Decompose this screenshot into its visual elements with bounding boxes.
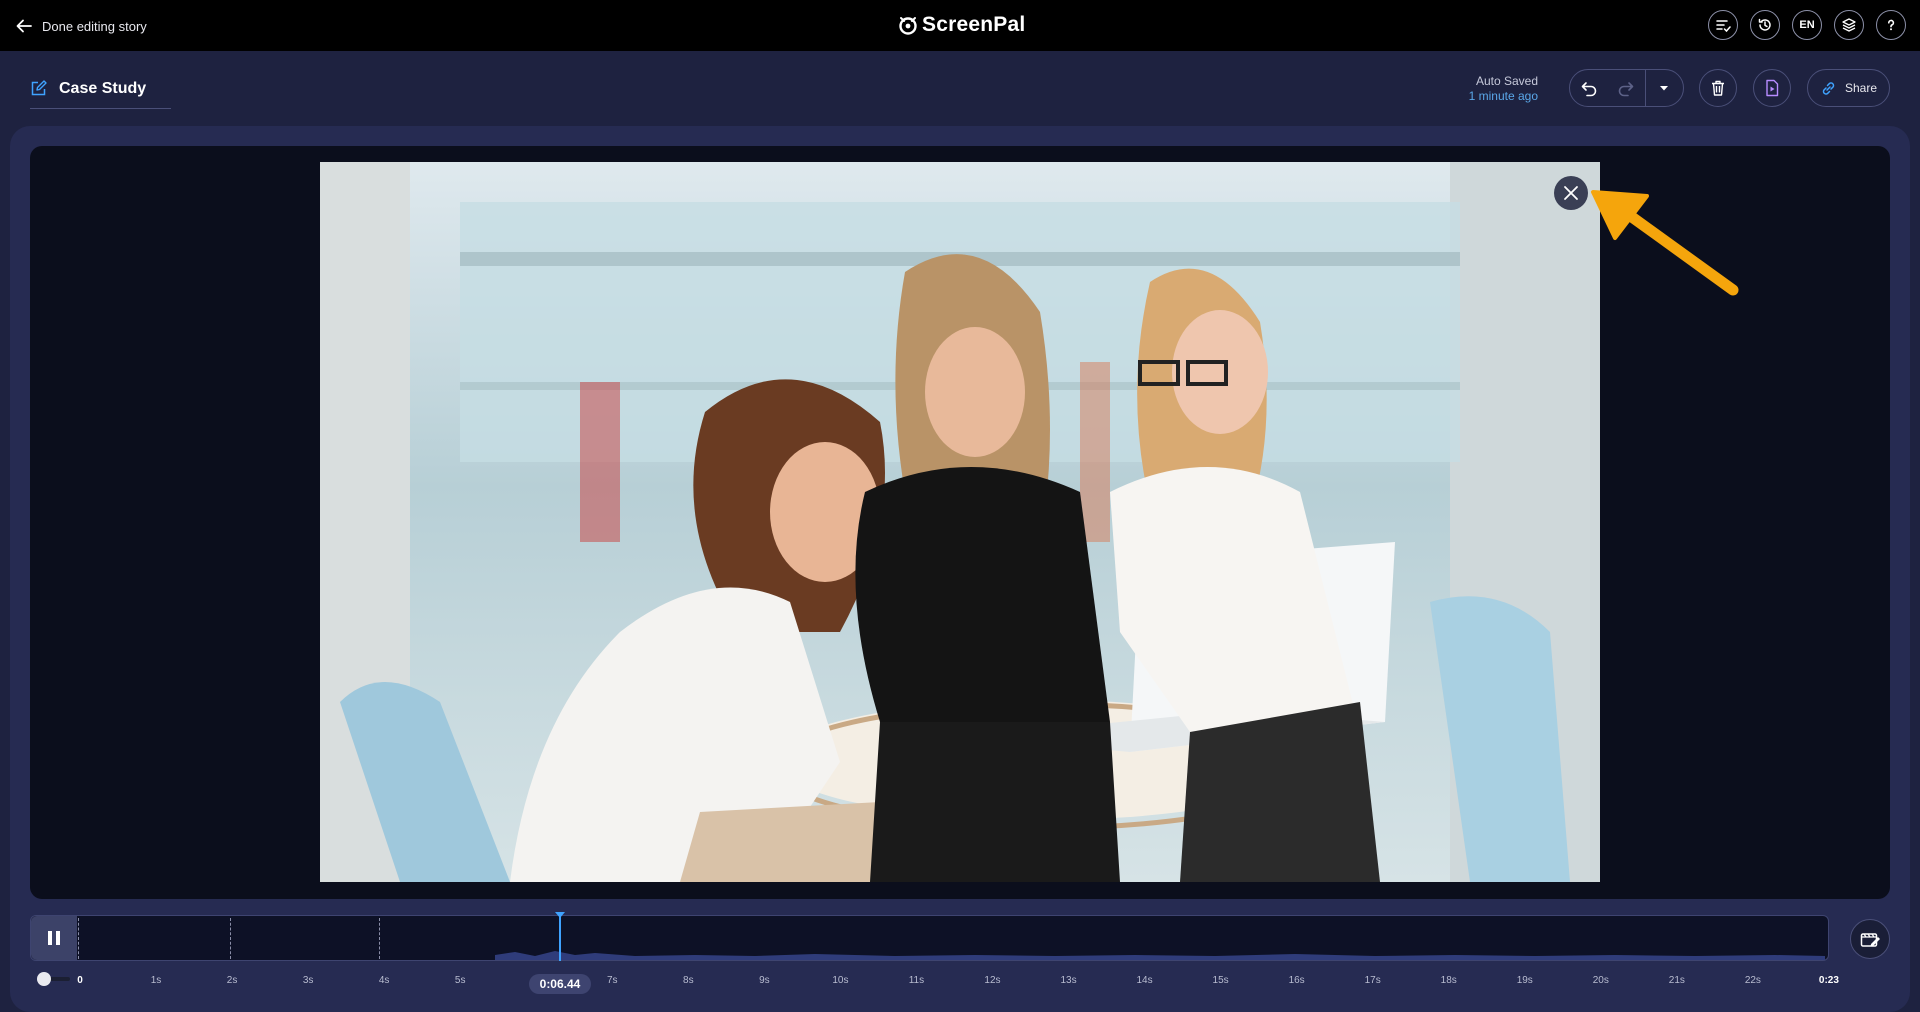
timeline-tick-label: 12s [984,975,1001,986]
timeline-tick-label: 0 [77,975,83,986]
timeline-tick-label: 16s [1288,975,1305,986]
segment-marker [78,918,79,959]
segment-marker [230,918,231,959]
history-icon [1758,18,1771,31]
close-video-button[interactable] [1554,176,1588,210]
share-label: Share [1844,81,1878,95]
logo-text: ScreenPal [922,13,1025,37]
share-button[interactable]: Share [1807,69,1890,107]
segment-marker [379,918,380,959]
screenpal-logo: ScreenPal [898,13,1025,37]
history-button[interactable] [1750,10,1780,40]
timeline-tick-label: 20s [1592,975,1609,986]
help-button[interactable] [1876,10,1906,40]
audio-waveform [495,951,1825,960]
top-bar: Done editing story ScreenPal EN [0,0,1920,51]
delete-button[interactable] [1699,69,1737,107]
autosave-time: 1 minute ago [1468,89,1538,103]
trash-icon [1712,80,1724,96]
timeline-tick-label: 17s [1364,975,1381,986]
checklist-button[interactable] [1708,10,1738,40]
timeline-tick-label: 21s [1668,975,1685,986]
timeline-tick-label: 0:23 [1818,975,1839,986]
edit-icon [31,80,47,96]
playhead[interactable] [559,914,561,961]
page-title: Case Study [59,80,147,97]
timeline-tick-label: 9s [759,975,770,986]
zoom-slider-handle[interactable] [37,972,51,986]
top-toolbar: EN [1708,10,1906,40]
language-label: EN [1799,19,1815,31]
layers-icon [1842,18,1856,32]
timeline-tick-label: 10s [832,975,849,986]
timeline-tick-label: 18s [1440,975,1457,986]
timeline-tick-label: 15s [1212,975,1229,986]
undo-button[interactable] [1570,70,1607,106]
timeline-tick-label: 4s [378,975,390,986]
add-clip-button[interactable] [1850,919,1890,959]
video-frame-illustration [320,162,1600,882]
logo-text-screen: Screen [922,13,994,36]
clip-icon [1860,933,1880,947]
close-icon [1564,186,1578,200]
chevron-down-icon [1660,86,1669,91]
timeline-tick-label: 5s [454,975,466,986]
redo-button[interactable] [1607,70,1644,106]
video-preview [320,162,1600,882]
timeline-tick-label: 7s [606,975,618,986]
arrow-left-icon [16,19,32,33]
autosave-label: Auto Saved [1475,74,1538,88]
timeline-tick-label: 19s [1516,975,1533,986]
language-button[interactable]: EN [1792,10,1822,40]
redo-icon [1618,82,1634,97]
logo-mark-icon [899,17,917,35]
timeline-tick-label: 1s [150,975,162,986]
playhead-handle[interactable] [555,912,565,918]
layers-button[interactable] [1834,10,1864,40]
undo-icon [1581,82,1596,97]
history-dropdown-button[interactable] [1646,70,1683,106]
undo-redo-group [1569,69,1684,107]
pause-icon [48,931,60,945]
logo-text-pal: Pal [993,13,1026,36]
timeline-tick-label: 3s [302,975,314,986]
timeline-tick-label: 2s [226,975,238,986]
timeline-tick-label: 13s [1060,975,1077,986]
timeline-tick-label: 8s [683,975,694,986]
current-time: 0:06.44 [529,974,591,994]
export-button[interactable] [1753,69,1791,107]
story-title[interactable]: Case Study [30,72,171,109]
help-icon [1887,19,1895,31]
timeline-tick-label: 11s [908,975,925,986]
timeline-tick-label: 22s [1744,975,1761,986]
pointer-arrow-icon [1591,190,1739,296]
autosave-status: Auto Saved 1 minute ago [1469,74,1538,104]
done-editing-label: Done editing story [42,18,147,34]
timeline-tick-label: 14s [1136,975,1153,986]
export-video-icon [1766,79,1779,97]
done-editing-link[interactable]: Done editing story [14,13,147,39]
link-icon [1822,81,1835,95]
pause-button[interactable] [31,916,77,960]
checklist-icon [1716,20,1731,33]
